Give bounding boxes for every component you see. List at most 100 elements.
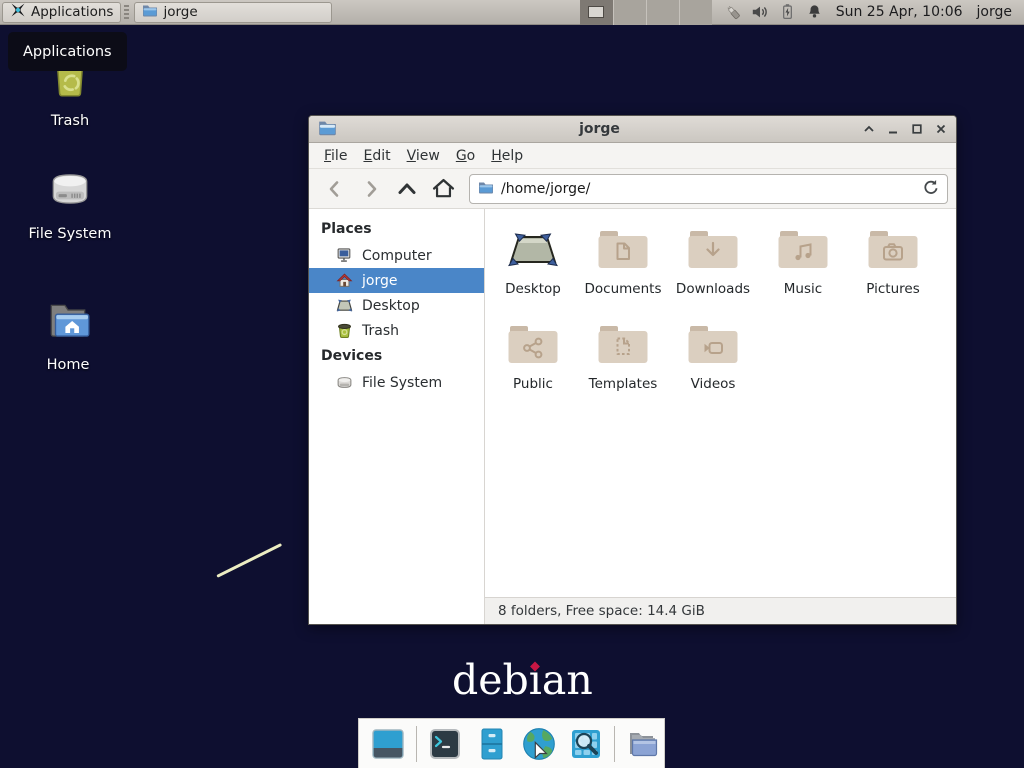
- panel-clock[interactable]: Sun 25 Apr, 10:06: [836, 4, 963, 20]
- applications-tooltip: Applications: [8, 32, 127, 71]
- path-input[interactable]: [501, 181, 914, 197]
- menu-view[interactable]: View: [399, 145, 448, 167]
- location-bar[interactable]: [469, 174, 948, 204]
- bottom-dock-panel: [358, 718, 665, 768]
- tooltip-text: Applications: [23, 44, 112, 60]
- logo-text: an: [542, 656, 593, 704]
- file-manager-window: jorge File Edit View Go Help: [308, 115, 957, 625]
- public-folder-icon: [507, 321, 559, 371]
- folder-item-pictures[interactable]: Pictures: [849, 219, 937, 314]
- sidebar-item-file-system[interactable]: File System: [309, 370, 484, 395]
- folder-label: Templates: [589, 376, 658, 392]
- window-titlebar[interactable]: jorge: [309, 116, 956, 143]
- close-button[interactable]: [934, 123, 947, 136]
- logo-i-red-diamond: ı: [529, 656, 542, 704]
- workspace-2[interactable]: [613, 0, 646, 25]
- folder-item-documents[interactable]: Documents: [579, 219, 667, 314]
- folder-item-public[interactable]: Public: [489, 314, 577, 409]
- videos-folder-icon: [687, 321, 739, 371]
- web-browser-launcher[interactable]: [520, 725, 558, 763]
- home-folder-icon: [43, 296, 93, 350]
- sidebar-item-label: Desktop: [362, 298, 420, 314]
- sidebar-item-desktop[interactable]: Desktop: [309, 293, 484, 318]
- debian-wordmark: debıan: [452, 660, 593, 701]
- reload-icon[interactable]: [921, 178, 939, 200]
- up-button[interactable]: [389, 174, 425, 204]
- window-folder-icon: [318, 118, 337, 141]
- minimize-button[interactable]: [886, 123, 899, 136]
- logo-text: deb: [452, 656, 529, 704]
- workspace-3[interactable]: [646, 0, 679, 25]
- workspace-window-thumbnail: [588, 6, 604, 18]
- menu-file[interactable]: File: [316, 145, 355, 167]
- taskbar-folder-icon: [142, 2, 158, 22]
- desktop-icon-home[interactable]: Home: [18, 296, 118, 373]
- statusbar-text: 8 folders, Free space: 14.4 GiB: [498, 603, 705, 619]
- maximize-button[interactable]: [910, 123, 923, 136]
- path-folder-icon: [478, 179, 494, 199]
- battery-icon[interactable]: [778, 3, 797, 22]
- computer-icon: [336, 247, 353, 264]
- applications-menu-icon: [10, 2, 26, 22]
- workspace-4[interactable]: [679, 0, 712, 25]
- sidebar-item-computer[interactable]: Computer: [309, 243, 484, 268]
- folder-item-music[interactable]: Music: [759, 219, 847, 314]
- shade-button[interactable]: [862, 123, 875, 136]
- folder-item-downloads[interactable]: Downloads: [669, 219, 757, 314]
- trash-mini-icon: [336, 322, 353, 339]
- desktop-icon-file-system[interactable]: File System: [20, 165, 120, 242]
- menu-help[interactable]: Help: [483, 145, 531, 167]
- network-plug-icon[interactable]: [724, 3, 743, 22]
- sidebar-heading-places: Places: [309, 216, 484, 243]
- dock-separator: [416, 726, 417, 762]
- file-view[interactable]: Desktop Documents: [485, 209, 956, 597]
- window-content: Places Computer: [309, 209, 956, 624]
- sidebar-heading-devices: Devices: [309, 343, 484, 370]
- volume-icon[interactable]: [751, 3, 770, 22]
- folder-label: Music: [784, 281, 822, 297]
- folder-item-desktop[interactable]: Desktop: [489, 219, 577, 314]
- sidebar-item-jorge[interactable]: jorge: [309, 268, 484, 293]
- folder-label: Pictures: [866, 281, 919, 297]
- cursor-trail-line: [216, 543, 282, 578]
- menu-go[interactable]: Go: [448, 145, 483, 167]
- statusbar: 8 folders, Free space: 14.4 GiB: [485, 597, 956, 624]
- dock-separator: [614, 726, 615, 762]
- panel-grip-handle[interactable]: [124, 5, 129, 20]
- folder-item-videos[interactable]: Videos: [669, 314, 757, 409]
- toolbar: [309, 169, 956, 209]
- window-controls: [862, 123, 947, 136]
- top-panel: Applications jorge: [0, 0, 1024, 25]
- back-button[interactable]: [317, 174, 353, 204]
- workspace-1[interactable]: [580, 0, 613, 25]
- sidebar-item-label: Trash: [362, 323, 399, 339]
- terminal-launcher[interactable]: [426, 725, 464, 763]
- downloads-folder-icon: [687, 226, 739, 276]
- applications-menu-button[interactable]: Applications: [2, 2, 121, 23]
- drive-mini-icon: [336, 374, 353, 391]
- system-tray: [724, 3, 824, 22]
- desktop-icon-label: Trash: [51, 113, 89, 129]
- folder-label: Public: [513, 376, 553, 392]
- sidebar: Places Computer: [309, 209, 485, 624]
- forward-button[interactable]: [353, 174, 389, 204]
- folder-item-templates[interactable]: Templates: [579, 314, 667, 409]
- main-pane: Desktop Documents: [485, 209, 956, 624]
- folder-label: Videos: [691, 376, 736, 392]
- show-desktop-launcher[interactable]: [369, 725, 407, 763]
- music-folder-icon: [777, 226, 829, 276]
- application-finder-launcher[interactable]: [567, 725, 605, 763]
- directory-menu-launcher[interactable]: [624, 725, 662, 763]
- file-manager-launcher[interactable]: [473, 725, 511, 763]
- taskbar-window-button[interactable]: jorge: [134, 2, 332, 23]
- notification-bell-icon[interactable]: [805, 3, 824, 22]
- folder-label: Documents: [585, 281, 662, 297]
- panel-user-actions[interactable]: jorge: [973, 4, 1016, 20]
- taskbar-window-label: jorge: [163, 4, 197, 20]
- menubar: File Edit View Go Help: [309, 143, 956, 169]
- desktop[interactable]: { "panel": { "applications_label": "Appl…: [0, 0, 1024, 768]
- home-button[interactable]: [425, 174, 461, 204]
- folder-label: Desktop: [505, 281, 561, 297]
- menu-edit[interactable]: Edit: [355, 145, 398, 167]
- sidebar-item-trash[interactable]: Trash: [309, 318, 484, 343]
